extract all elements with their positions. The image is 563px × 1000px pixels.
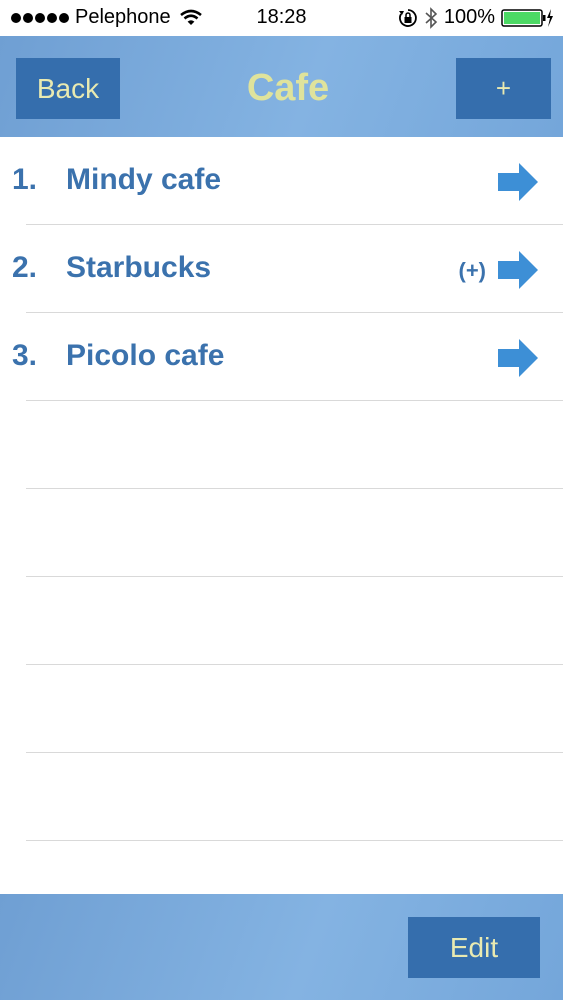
- carrier-name: Pelephone: [75, 6, 171, 28]
- page-title: Cafe: [246, 67, 330, 109]
- add-button[interactable]: +: [456, 58, 551, 119]
- status-left: Pelephone: [11, 6, 203, 29]
- item-number: 2.: [12, 251, 38, 284]
- arrow-right-icon[interactable]: [497, 338, 539, 378]
- arrow-right-icon[interactable]: [497, 250, 539, 290]
- bluetooth-icon: [425, 6, 438, 29]
- rotation-lock-icon: [398, 8, 417, 27]
- wifi-icon: [179, 9, 202, 25]
- status-right: 100%: [398, 6, 553, 29]
- empty-row: [0, 577, 563, 665]
- charging-icon: [547, 8, 553, 27]
- item-label: Mindy cafe: [66, 163, 222, 196]
- item-label: Starbucks: [66, 251, 212, 284]
- empty-row: [0, 665, 563, 753]
- item-number: 3.: [12, 339, 38, 372]
- navigation-bar: Back Cafe +: [0, 36, 563, 137]
- signal-icon: [11, 12, 69, 23]
- item-label: Picolo cafe: [66, 339, 225, 372]
- item-badge: (+): [458, 258, 487, 283]
- status-bar: Pelephone 18:28 100%: [0, 0, 563, 36]
- list-item[interactable]: 3. Picolo cafe: [0, 313, 563, 401]
- empty-row: [0, 489, 563, 577]
- battery-percent: 100%: [443, 6, 495, 28]
- list-item[interactable]: 2. Starbucks (+): [0, 225, 563, 313]
- empty-row: [0, 401, 563, 489]
- bottom-toolbar: Edit: [0, 894, 563, 1000]
- back-button[interactable]: Back: [16, 58, 120, 119]
- item-number: 1.: [12, 163, 38, 196]
- arrow-right-icon[interactable]: [497, 162, 539, 202]
- empty-row: [0, 753, 563, 841]
- list-item[interactable]: 1. Mindy cafe: [0, 137, 563, 225]
- cafe-list: 1. Mindy cafe 2. Starbucks (+) 3. Picolo…: [0, 137, 563, 929]
- edit-button[interactable]: Edit: [408, 917, 540, 978]
- battery-icon: [501, 8, 553, 27]
